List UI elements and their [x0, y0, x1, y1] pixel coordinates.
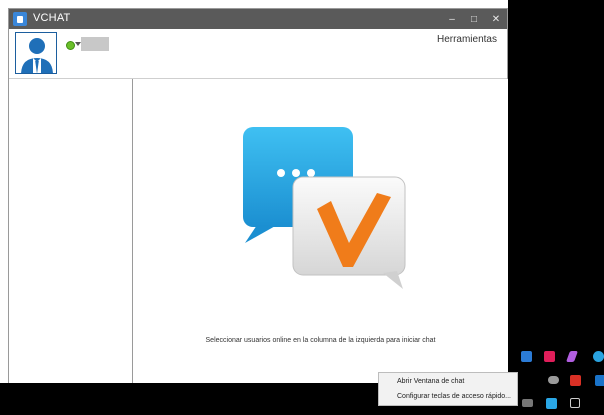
configure-hotkeys-menu-item[interactable]: Configurar teclas de acceso rápido...: [379, 390, 517, 404]
window-title: VCHAT: [33, 12, 71, 24]
windows-security-icon[interactable]: [521, 351, 532, 362]
vchat-app-icon: [13, 12, 27, 26]
title-bar[interactable]: VCHAT – □ ✕: [9, 9, 507, 29]
window-controls: – □ ✕: [441, 9, 507, 29]
cloud-icon[interactable]: [548, 376, 559, 384]
pen-icon[interactable]: [565, 351, 579, 362]
username-redacted: [81, 37, 109, 51]
vchat-tray-icon[interactable]: [546, 398, 557, 409]
outlook-icon[interactable]: [595, 375, 604, 386]
avatar[interactable]: [15, 32, 57, 74]
close-button[interactable]: ✕: [485, 9, 507, 29]
online-status-icon[interactable]: [66, 41, 75, 50]
chat-area: Seleccionar usuarios online en la column…: [133, 79, 508, 383]
user-header: Herramientas: [9, 29, 507, 79]
open-chat-window-menu-item[interactable]: Abrir Ventana de chat: [379, 375, 517, 389]
tools-menu[interactable]: Herramientas: [437, 34, 497, 45]
minimize-button[interactable]: –: [441, 9, 463, 29]
tray-context-menu: Abrir Ventana de chat Configurar teclas …: [378, 372, 518, 406]
system-tray: [508, 345, 604, 415]
vchat-logo-icon: [243, 127, 406, 289]
maximize-button[interactable]: □: [463, 9, 485, 29]
telegram-icon[interactable]: [593, 351, 604, 362]
user-avatar-icon: [16, 33, 56, 73]
record-icon[interactable]: [570, 375, 581, 386]
instruction-text: Seleccionar usuarios online en la column…: [205, 337, 436, 344]
online-users-list[interactable]: [9, 79, 133, 383]
window-icon[interactable]: [570, 398, 580, 408]
display-icon[interactable]: [522, 399, 533, 407]
slack-icon[interactable]: [544, 351, 555, 362]
vchat-window: VCHAT – □ ✕ Herramientas Seleccionar usu…: [8, 8, 508, 383]
